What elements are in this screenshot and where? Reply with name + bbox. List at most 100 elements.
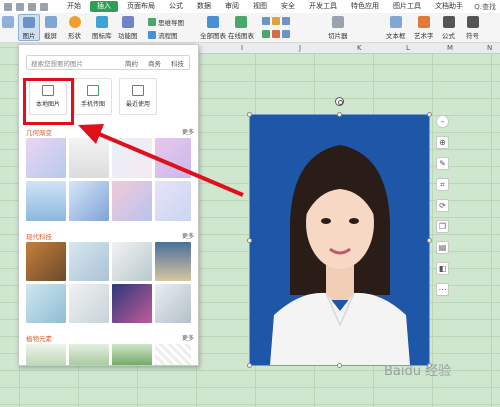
- all-charts-button[interactable]: 全部图表: [200, 14, 226, 40]
- column-i[interactable]: I: [241, 44, 243, 52]
- thumbnail[interactable]: [155, 138, 191, 178]
- thumbnail[interactable]: [69, 344, 109, 365]
- portrait-image: [250, 115, 429, 365]
- redo-icon[interactable]: [40, 2, 48, 11]
- mindmap-button[interactable]: 思维导图: [148, 17, 184, 27]
- thumbnail[interactable]: [112, 242, 152, 281]
- more-tools-icon[interactable]: ⋯: [436, 283, 449, 296]
- function-chart-label: 功能图: [118, 32, 138, 40]
- resize-handle-bottom[interactable]: [337, 363, 342, 368]
- tab-review[interactable]: 审阅: [218, 0, 246, 13]
- tab-doc-assistant[interactable]: 文档助手: [428, 0, 470, 13]
- thumbnail[interactable]: [155, 181, 191, 221]
- thumbnail[interactable]: [69, 284, 109, 323]
- resize-handle-top-right[interactable]: [427, 112, 432, 117]
- thumbnail[interactable]: [69, 181, 109, 221]
- column-l[interactable]: L: [406, 44, 410, 52]
- mindmap-label: 思维导图: [158, 19, 184, 27]
- save-icon[interactable]: [16, 2, 24, 11]
- menu-search[interactable]: Q.查找: [474, 2, 500, 12]
- screenshot-button[interactable]: 截屏: [44, 14, 57, 40]
- rotate-handle[interactable]: [335, 97, 344, 106]
- picture-search-box[interactable]: 搜索您想要的图片 简约 商务 科技: [26, 55, 190, 70]
- symbol-button[interactable]: 符号: [466, 14, 479, 40]
- more-chart-button[interactable]: [262, 30, 290, 38]
- chip-simple[interactable]: 简约: [120, 58, 143, 68]
- tab-data[interactable]: 数据: [190, 0, 218, 13]
- more-link-tech[interactable]: 更多: [182, 231, 194, 240]
- zoom-icon[interactable]: ⊕: [436, 136, 449, 149]
- icon-gallery-button[interactable]: 图标库: [92, 14, 112, 40]
- tab-picture-tools[interactable]: 图片工具: [386, 0, 428, 13]
- thumbnail[interactable]: [112, 344, 152, 365]
- tab-formula[interactable]: 公式: [162, 0, 190, 13]
- more-link-geometric[interactable]: 更多: [182, 127, 194, 136]
- crop-icon[interactable]: ⌗: [436, 178, 449, 191]
- thumbnail[interactable]: [155, 284, 191, 323]
- thumbnail[interactable]: [112, 138, 152, 178]
- bar-chart-icon: [282, 17, 290, 25]
- quick-access-toolbar: [0, 2, 60, 11]
- menu-icon[interactable]: [4, 2, 12, 11]
- phone-picture-button[interactable]: 手机传图: [74, 78, 112, 115]
- pivot-button[interactable]: [2, 14, 14, 30]
- thumbnail[interactable]: [112, 181, 152, 221]
- more-link-plants[interactable]: 更多: [182, 333, 194, 342]
- tab-insert[interactable]: 插入: [90, 1, 118, 12]
- ribbon: 图片 截屏 形状 图标库 功能图 思维导图 流程图 全部图表 在线图表 切片器 …: [0, 13, 500, 43]
- filter-icon[interactable]: ◧: [436, 262, 449, 275]
- flowchart-button[interactable]: 流程图: [148, 30, 178, 40]
- resize-handle-bottom-left[interactable]: [247, 363, 252, 368]
- formula-button[interactable]: 公式: [442, 14, 455, 40]
- layer-icon[interactable]: ▤: [436, 241, 449, 254]
- chip-business[interactable]: 商务: [143, 58, 166, 68]
- thumbnail[interactable]: [112, 284, 152, 323]
- column-n[interactable]: N: [487, 44, 492, 52]
- function-chart-button[interactable]: 功能图: [118, 14, 138, 40]
- thumbnail[interactable]: [69, 138, 109, 178]
- thumbnail[interactable]: [155, 242, 191, 281]
- resize-handle-top-left[interactable]: [247, 112, 252, 117]
- section-title-plants: 植物元素: [26, 335, 52, 343]
- id-photo[interactable]: [247, 112, 432, 368]
- thumbnail[interactable]: [26, 138, 66, 178]
- tab-security[interactable]: 安全: [274, 0, 302, 13]
- tab-features[interactable]: 特色应用: [344, 0, 386, 13]
- tab-page-layout[interactable]: 页面布局: [120, 0, 162, 13]
- rotate-icon[interactable]: ⟳: [436, 199, 449, 212]
- column-k[interactable]: K: [357, 44, 362, 52]
- column-m[interactable]: M: [447, 44, 453, 52]
- thumbnail[interactable]: [26, 181, 66, 221]
- resize-handle-left[interactable]: [247, 238, 252, 243]
- column-j[interactable]: J: [299, 44, 301, 52]
- tab-home[interactable]: 开始: [60, 0, 88, 13]
- online-charts-button[interactable]: 在线图表: [228, 14, 254, 40]
- resize-handle-right[interactable]: [427, 238, 432, 243]
- textbox-button[interactable]: 文本框: [386, 14, 406, 40]
- shapes-button[interactable]: 形状: [68, 14, 81, 40]
- resize-handle-top[interactable]: [337, 112, 342, 117]
- formula-label: 公式: [442, 32, 455, 40]
- wordart-button[interactable]: 艺术字: [414, 14, 434, 40]
- copy-icon[interactable]: ❐: [436, 220, 449, 233]
- collapse-icon[interactable]: –: [436, 115, 449, 128]
- screenshot-label: 截屏: [44, 32, 57, 40]
- thumbnail[interactable]: [26, 284, 66, 323]
- thumbnail[interactable]: [26, 242, 66, 281]
- thumbnail[interactable]: [69, 242, 109, 281]
- tab-view[interactable]: 视图: [246, 0, 274, 13]
- tab-developer[interactable]: 开发工具: [302, 0, 344, 13]
- recent-use-button[interactable]: 最近使用: [119, 78, 157, 115]
- slicer-button[interactable]: 切片器: [328, 14, 348, 40]
- thumbnail[interactable]: [26, 344, 66, 365]
- picture-button[interactable]: 图片: [18, 14, 40, 41]
- flowchart-icon: [148, 31, 156, 39]
- slicer-label: 切片器: [328, 32, 348, 40]
- line-chart-icon: [262, 17, 270, 25]
- mindmap-icon: [148, 18, 156, 26]
- chip-tech[interactable]: 科技: [166, 58, 189, 68]
- line-chart-button[interactable]: [262, 17, 290, 25]
- undo-icon[interactable]: [28, 2, 36, 11]
- edit-picture-icon[interactable]: ✎: [436, 157, 449, 170]
- thumbnail[interactable]: [155, 344, 191, 365]
